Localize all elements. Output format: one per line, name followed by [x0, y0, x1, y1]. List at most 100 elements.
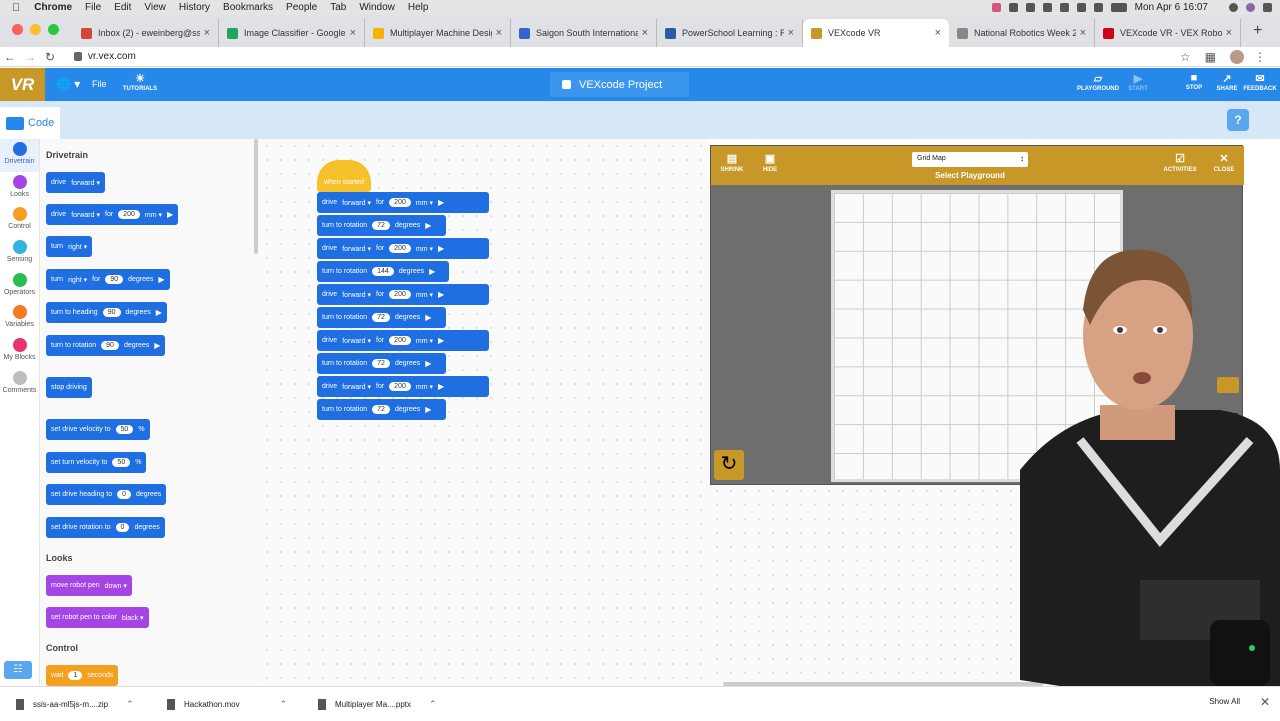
- forward-arrow-icon[interactable]: →: [20, 50, 40, 64]
- unit-dropdown[interactable]: mm: [416, 383, 433, 391]
- close-tab-icon[interactable]: ×: [204, 27, 210, 39]
- close-tab-icon[interactable]: ×: [788, 27, 794, 39]
- unit-dropdown[interactable]: mm: [416, 245, 433, 253]
- palette-block-drive-for[interactable]: drive forward for 200 mm ▶: [46, 204, 179, 225]
- show-all-downloads-button[interactable]: Show All: [1209, 697, 1240, 706]
- clock[interactable]: Mon Apr 6 16:07: [1135, 2, 1208, 13]
- user-icon[interactable]: [1246, 3, 1255, 12]
- category-control[interactable]: Control: [0, 204, 39, 237]
- expand-arrow-icon[interactable]: ▶: [438, 290, 444, 299]
- when-started-block[interactable]: when started: [317, 160, 371, 192]
- category-sensing[interactable]: Sensing: [0, 237, 39, 270]
- extension-icon[interactable]: ▦: [1205, 50, 1216, 64]
- start-button[interactable]: ▶ START: [1118, 72, 1158, 92]
- palette-block-turn-for[interactable]: turn right for 90 degrees ▶: [46, 269, 170, 290]
- feedback-button[interactable]: ✉ FEEDBACK: [1240, 72, 1280, 92]
- heading-input[interactable]: 0: [117, 490, 132, 499]
- close-playground-button[interactable]: ✕ CLOSE: [1207, 152, 1241, 173]
- velocity-input[interactable]: 50: [115, 425, 134, 434]
- distance-input[interactable]: 200: [389, 290, 411, 299]
- rotation-input[interactable]: 72: [372, 359, 390, 368]
- close-tab-icon[interactable]: ×: [350, 27, 356, 39]
- unit-dropdown[interactable]: mm: [416, 199, 433, 207]
- palette-block-drive[interactable]: drive forward: [46, 172, 105, 193]
- close-downloads-icon[interactable]: ✕: [1260, 695, 1270, 709]
- close-tab-icon[interactable]: ×: [1226, 27, 1232, 39]
- browser-tab[interactable]: National Robotics Week 202 ×: [949, 19, 1095, 47]
- shrink-button[interactable]: ▤ SHRINK: [715, 152, 749, 173]
- script-block-drive-for[interactable]: drive forward for 200 mm ▶: [317, 192, 489, 213]
- extension-icon[interactable]: [1008, 3, 1018, 12]
- script-block-drive-for[interactable]: drive forward for 200 mm ▶: [317, 284, 489, 305]
- script-block-turn-to-rotation[interactable]: turn to rotation 72 degrees ▶: [317, 399, 446, 420]
- velocity-input[interactable]: 50: [112, 458, 131, 467]
- palette-scrollbar[interactable]: [254, 139, 258, 254]
- url-input[interactable]: vr.vex.com: [74, 51, 1180, 62]
- menu-edit[interactable]: Edit: [114, 2, 131, 13]
- battery-icon[interactable]: [1110, 3, 1127, 12]
- palette-block-set-drive-rotation[interactable]: set drive rotation to 0 degrees: [46, 517, 165, 538]
- rotation-input[interactable]: 144: [372, 267, 394, 276]
- script-block-turn-to-rotation[interactable]: turn to rotation 72 degrees ▶: [317, 307, 446, 328]
- category-operators[interactable]: Operators: [0, 270, 39, 303]
- record-icon[interactable]: [991, 3, 1001, 12]
- palette-block-wait[interactable]: wait 1 seconds: [46, 665, 119, 686]
- category-my-blocks[interactable]: My Blocks: [0, 335, 39, 368]
- rotation-input[interactable]: 72: [372, 405, 390, 414]
- volume-icon[interactable]: [1076, 3, 1086, 12]
- direction-dropdown[interactable]: forward: [342, 383, 371, 391]
- browser-tab[interactable]: Inbox (2) - eweinberg@ssis.e ×: [73, 19, 219, 47]
- profile-avatar[interactable]: [1230, 49, 1244, 64]
- download-item[interactable]: Multiplayer Ma....pptx ⌃: [318, 687, 437, 721]
- rotation-input[interactable]: 0: [115, 523, 130, 532]
- direction-dropdown[interactable]: forward: [342, 245, 371, 253]
- new-tab-button[interactable]: +: [1241, 22, 1262, 47]
- distance-input[interactable]: 200: [389, 336, 411, 345]
- download-item[interactable]: Hackathon.mov ⌃: [167, 687, 287, 721]
- playground-button[interactable]: ▱ PLAYGROUND: [1076, 72, 1120, 92]
- seconds-input[interactable]: 1: [68, 671, 83, 680]
- direction-dropdown[interactable]: forward: [342, 291, 371, 299]
- browser-tab[interactable]: Image Classifier - Google Dr ×: [219, 19, 365, 47]
- expand-arrow-icon[interactable]: ▶: [438, 336, 444, 345]
- distance-input[interactable]: 200: [118, 210, 140, 219]
- expand-arrow-icon[interactable]: ▶: [425, 405, 431, 414]
- close-tab-icon[interactable]: ×: [935, 27, 941, 39]
- script-block-drive-for[interactable]: drive forward for 200 mm ▶: [317, 330, 489, 351]
- menu-people[interactable]: People: [286, 2, 317, 13]
- direction-dropdown[interactable]: forward: [342, 199, 371, 207]
- distance-input[interactable]: 200: [389, 382, 411, 391]
- bookmark-star-icon[interactable]: ☆: [1180, 50, 1191, 64]
- close-tab-icon[interactable]: ×: [642, 27, 648, 39]
- expand-arrow-icon[interactable]: ▶: [425, 221, 431, 230]
- menu-file[interactable]: File: [85, 2, 101, 13]
- expand-arrow-icon[interactable]: ▶: [429, 267, 435, 276]
- help-button[interactable]: ?: [1227, 109, 1249, 131]
- expand-arrow-icon[interactable]: ▶: [156, 308, 162, 317]
- close-tab-icon[interactable]: ×: [1080, 27, 1086, 39]
- category-variables[interactable]: Variables: [0, 302, 39, 335]
- wifi-icon[interactable]: [1093, 3, 1103, 12]
- script-block-turn-to-rotation[interactable]: turn to rotation 72 degrees ▶: [317, 353, 446, 374]
- pen-color-dropdown[interactable]: black: [122, 614, 144, 622]
- direction-dropdown[interactable]: forward: [71, 211, 100, 219]
- expand-arrow-icon[interactable]: ▶: [425, 359, 431, 368]
- script-block-drive-for[interactable]: drive forward for 200 mm ▶: [317, 238, 489, 259]
- mirror-icon[interactable]: [1059, 3, 1069, 12]
- reset-button[interactable]: ↻: [714, 450, 744, 480]
- unit-dropdown[interactable]: mm: [416, 291, 433, 299]
- palette-block-stop-driving[interactable]: stop driving: [46, 377, 92, 398]
- browser-tab[interactable]: VEXcode VR ×: [803, 19, 949, 47]
- expand-arrow-icon[interactable]: ▶: [438, 244, 444, 253]
- unit-dropdown[interactable]: mm: [416, 337, 433, 345]
- minimize-window-icon[interactable]: [30, 24, 41, 35]
- expand-arrow-icon[interactable]: ▶: [158, 275, 164, 284]
- angle-input[interactable]: 90: [105, 275, 124, 284]
- category-drivetrain[interactable]: Drivetrain: [0, 139, 39, 172]
- grid-icon[interactable]: [1042, 3, 1052, 12]
- palette-block-set-drive-velocity[interactable]: set drive velocity to 50 %: [46, 419, 150, 440]
- rotation-input[interactable]: 90: [101, 341, 119, 350]
- menu-help[interactable]: Help: [408, 2, 429, 13]
- file-menu[interactable]: File: [92, 79, 107, 89]
- heading-input[interactable]: 90: [102, 308, 121, 317]
